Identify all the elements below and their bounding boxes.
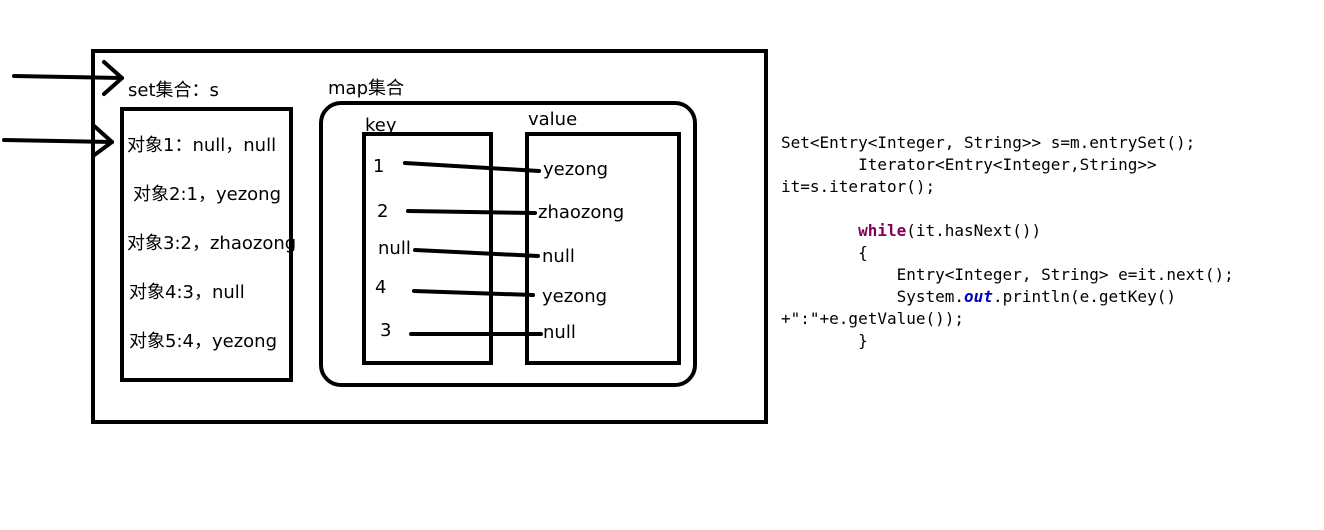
set-item-3: 对象3:2，zhaozong xyxy=(127,233,297,254)
code-keyword-while: while xyxy=(858,221,907,240)
value-3: null xyxy=(542,246,575,267)
value-header: value xyxy=(528,109,578,130)
code-line-7-pre: System. xyxy=(781,287,965,306)
code-line-4-rest: (it.hasNext()) xyxy=(906,221,1042,240)
code-line-5: { xyxy=(781,243,868,262)
code-line-1: Set<Entry<Integer, String>> s=m.entrySet… xyxy=(781,133,1196,152)
set-item-4: 对象4:3，null xyxy=(129,282,245,303)
code-line-4: while(it.hasNext()) xyxy=(781,220,1041,242)
set-item-5: 对象5:4，yezong xyxy=(129,331,277,352)
map-title: map集合 xyxy=(328,78,404,99)
code-line-4-indent xyxy=(781,221,858,240)
value-5: null xyxy=(543,322,576,343)
key-2: 2 xyxy=(377,201,389,222)
value-2: zhaozong xyxy=(538,202,625,223)
key-3: null xyxy=(378,238,411,259)
value-4: yezong xyxy=(542,286,608,307)
code-line-8: +":"+e.getValue()); xyxy=(781,309,965,328)
set-item-1: 对象1：null，null xyxy=(127,135,277,156)
code-line-2: Iterator<Entry<Integer,String>> xyxy=(781,155,1157,174)
code-line-7: System.out.println(e.getKey() xyxy=(781,286,1176,308)
code-field-out: out xyxy=(964,287,993,306)
key-1: 1 xyxy=(373,156,385,177)
key-5: 3 xyxy=(380,320,392,341)
code-line-7-post: .println(e.getKey() xyxy=(992,287,1176,306)
code-line-9: } xyxy=(781,331,868,350)
code-line-3: it=s.iterator(); xyxy=(781,177,936,196)
set-item-2: 对象2:1，yezong xyxy=(133,184,281,205)
key-4: 4 xyxy=(375,277,387,298)
set-title: set集合：s xyxy=(128,80,219,101)
value-1: yezong xyxy=(543,159,609,180)
code-line-6: Entry<Integer, String> e=it.next(); xyxy=(781,265,1234,284)
